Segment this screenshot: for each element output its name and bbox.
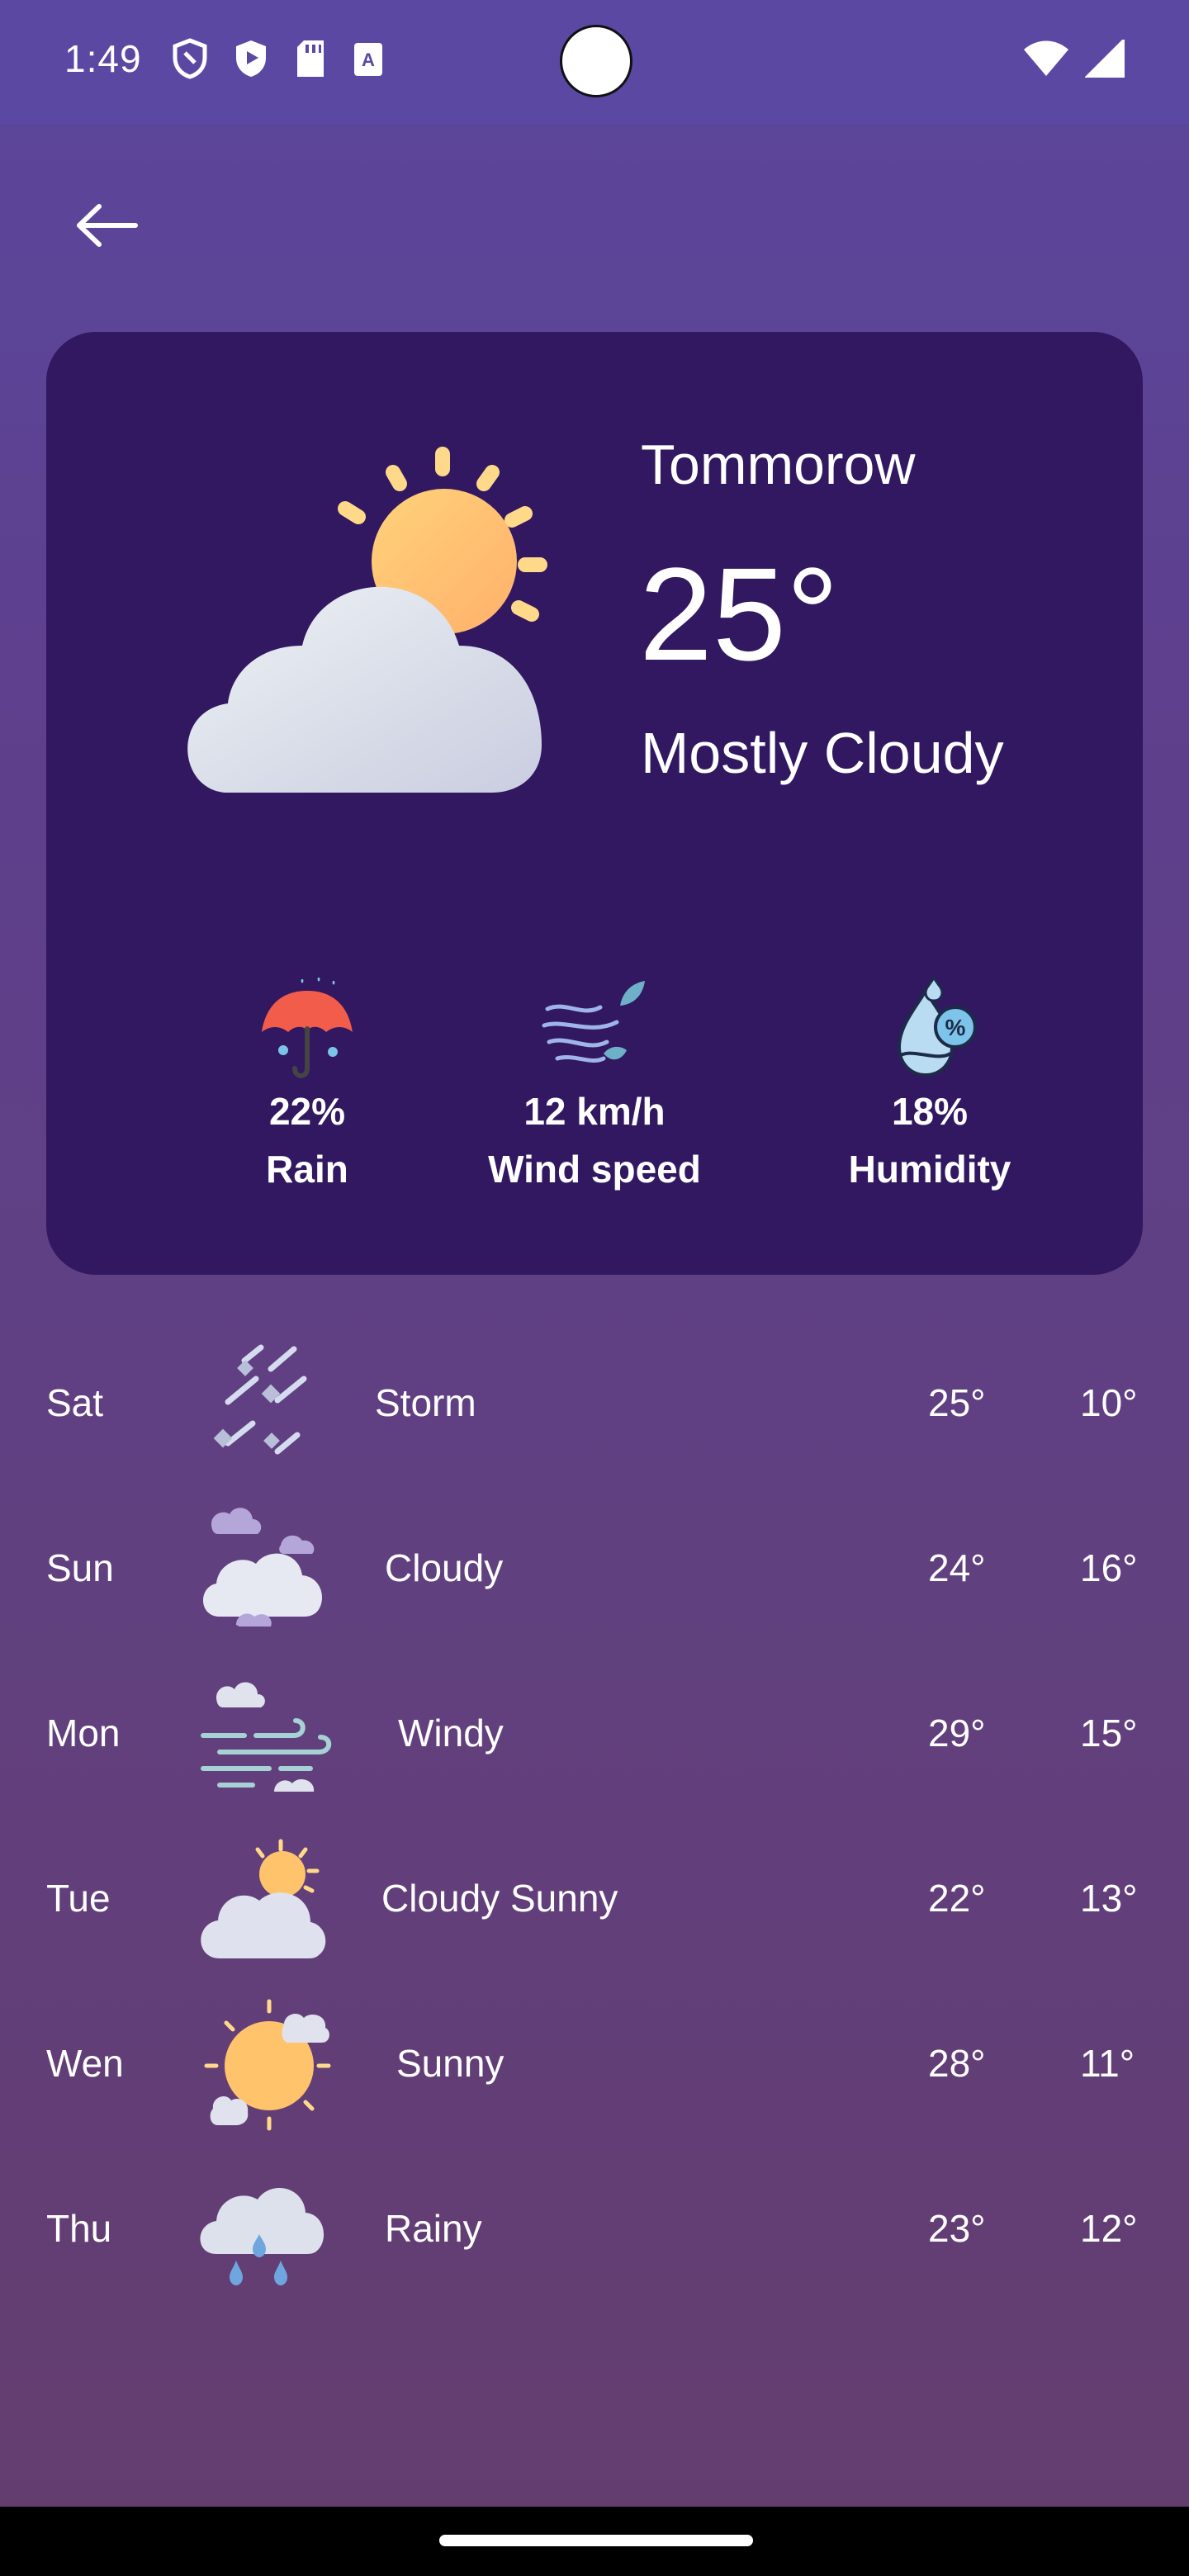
front-camera [560, 25, 632, 97]
forecast-low: 13° [1080, 1877, 1138, 1920]
weekly-forecast-list: Sat Storm 25° 10° Sun Cloudy 24° 16° Mon… [46, 1321, 1143, 2312]
forecast-high: 25° [928, 1381, 986, 1424]
system-indicators [1022, 40, 1125, 78]
play-shield-icon [236, 40, 266, 77]
humidity-label: Humidity [848, 1148, 1011, 1191]
wind-stat: 12 km/h Wind speed [429, 976, 760, 1191]
temperature-value: 25° [639, 540, 839, 688]
status-bar: 1:49 A [0, 0, 1189, 124]
forecast-day-label: Tommorow [641, 433, 916, 496]
rain-label: Rain [266, 1148, 348, 1191]
forecast-low: 15° [1080, 1712, 1138, 1754]
forecast-condition: Cloudy Sunny [381, 1877, 618, 1920]
sun-behind-cloud-icon [187, 447, 547, 793]
forecast-day: Thu [46, 2207, 112, 2250]
wind-value: 12 km/h [523, 1090, 666, 1133]
forecast-low: 16° [1080, 1546, 1138, 1589]
forecast-row[interactable]: Wen Sunny 28° 11° [46, 1982, 1143, 2147]
wind-label: Wind speed [488, 1148, 701, 1191]
cloudy-icon [202, 1508, 322, 1627]
forecast-low: 11° [1080, 2042, 1135, 2085]
forecast-high: 24° [928, 1546, 986, 1589]
forecast-condition: Rainy [385, 2207, 482, 2250]
humidity-stat: % 18% Humidity [765, 974, 1095, 1191]
font-app-icon: A [354, 43, 382, 76]
humidity-value: 18% [891, 1090, 969, 1133]
svg-text:A: A [362, 50, 375, 70]
home-indicator[interactable] [439, 2535, 753, 2546]
forecast-day: Sun [46, 1546, 114, 1589]
shield-icon [173, 38, 207, 79]
forecast-row[interactable]: Sun Cloudy 24° 16° [46, 1486, 1143, 1651]
forecast-row[interactable]: Mon Windy 29° 15° [46, 1651, 1143, 1816]
rain-stat: 22% Rain [142, 976, 472, 1191]
forecast-day: Mon [46, 1712, 121, 1754]
windy-icon [201, 1682, 332, 1792]
forecast-high: 28° [928, 2042, 986, 2085]
forecast-low: 12° [1080, 2207, 1138, 2250]
forecast-day: Wen [46, 2042, 124, 2085]
forecast-condition: Cloudy [385, 1546, 504, 1589]
forecast-low: 10° [1080, 1381, 1138, 1424]
forecast-high: 22° [928, 1877, 986, 1920]
sunny-icon [204, 1999, 331, 2131]
forecast-row[interactable]: Tue Cloudy Sunny 22° 13° [46, 1816, 1143, 1982]
forecast-high: 23° [928, 2207, 986, 2250]
forecast-day: Tue [46, 1877, 111, 1920]
back-arrow-icon[interactable] [71, 197, 145, 254]
cloudy-sunny-icon [201, 1839, 326, 1958]
rainy-icon [200, 2188, 324, 2285]
forecast-condition: Windy [398, 1712, 504, 1754]
wind-icon [542, 981, 645, 1063]
notification-icons: A [172, 38, 385, 79]
svg-text:%: % [945, 1015, 966, 1040]
wifi-icon [1024, 40, 1068, 76]
sd-card-icon [297, 40, 324, 77]
tomorrow-weather-card: Tommorow 25° Mostly Cloudy 22% Rain 12 k… [46, 332, 1143, 1275]
forecast-day: Sat [46, 1381, 104, 1424]
forecast-condition: Sunny [396, 2042, 504, 2085]
forecast-high: 29° [928, 1712, 986, 1754]
rain-value: 22% [268, 1090, 346, 1133]
forecast-row[interactable]: Thu Rainy 23° 12° [46, 2147, 1143, 2312]
signal-icon [1085, 40, 1125, 78]
forecast-row[interactable]: Sat Storm 25° 10° [46, 1321, 1143, 1486]
weather-condition: Mostly Cloudy [641, 721, 1004, 785]
umbrella-icon [262, 978, 353, 1078]
forecast-condition: Storm [375, 1381, 476, 1424]
status-time: 1:49 [64, 37, 142, 80]
humidity-icon: % [897, 974, 977, 1077]
storm-icon [213, 1344, 307, 1455]
